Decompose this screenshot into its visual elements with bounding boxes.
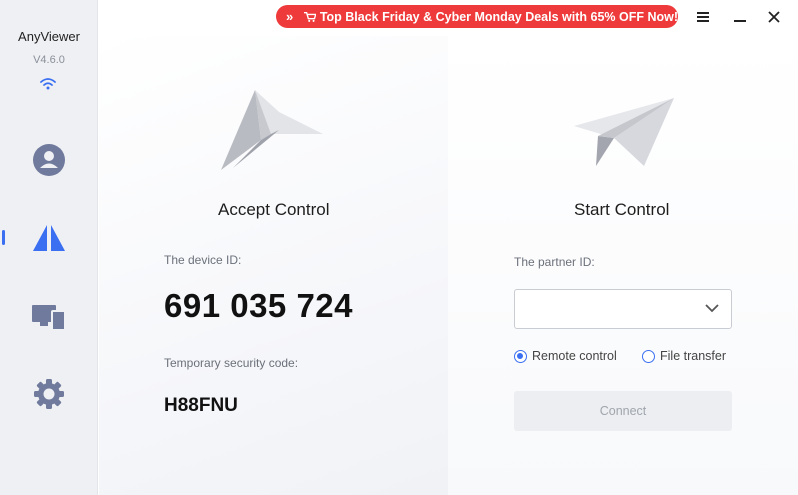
partner-id-label: The partner ID: [514, 255, 595, 269]
connect-button[interactable]: Connect [514, 391, 732, 431]
promo-banner[interactable]: » Top Black Friday & Cyber Monday Deals … [276, 5, 678, 28]
gear-icon [34, 379, 64, 409]
radio-unselected-icon [642, 349, 655, 363]
user-icon [33, 144, 65, 176]
security-code-value: H88FNU [164, 395, 238, 416]
paper-plane-accept-icon [221, 90, 323, 170]
minimize-button[interactable] [728, 6, 752, 28]
devices-icon [32, 305, 66, 331]
partner-id-input[interactable] [514, 289, 732, 329]
remote-control-label: Remote control [532, 349, 617, 363]
remote-control-radio[interactable]: Remote control [514, 349, 617, 363]
wifi-icon [40, 78, 56, 90]
sidebar-item-account[interactable] [0, 133, 98, 187]
sidebar-item-settings[interactable] [0, 367, 98, 421]
start-control-heading: Start Control [574, 200, 670, 219]
accept-control-heading: Accept Control [218, 200, 330, 219]
app-version: V4.6.0 [33, 54, 65, 66]
menu-button[interactable] [691, 6, 715, 28]
file-transfer-label: File transfer [660, 349, 726, 363]
sidebar-item-devices[interactable] [0, 290, 98, 344]
double-chevron-icon: » [286, 9, 293, 24]
sidebar-item-remote[interactable] [0, 211, 98, 265]
file-transfer-radio[interactable]: File transfer [642, 349, 726, 363]
device-id-value: 691 035 724 [164, 287, 354, 324]
hamburger-icon [697, 12, 709, 22]
remote-logo-icon [33, 225, 65, 251]
app-name: AnyViewer [18, 29, 80, 44]
promo-text: Top Black Friday & Cyber Monday Deals wi… [319, 9, 678, 24]
paper-plane-start-icon [574, 98, 674, 166]
device-id-label: The device ID: [164, 253, 242, 267]
radio-selected-icon [514, 349, 527, 363]
main-area: Accept Control Start Control The device … [99, 36, 798, 495]
close-button[interactable] [762, 6, 786, 28]
cart-icon [303, 11, 316, 22]
chevron-down-icon[interactable] [705, 303, 719, 313]
sidebar: AnyViewer V4.6.0 [0, 0, 98, 495]
minimize-icon [734, 20, 746, 22]
close-icon [768, 11, 780, 23]
security-code-label: Temporary security code: [164, 356, 299, 370]
